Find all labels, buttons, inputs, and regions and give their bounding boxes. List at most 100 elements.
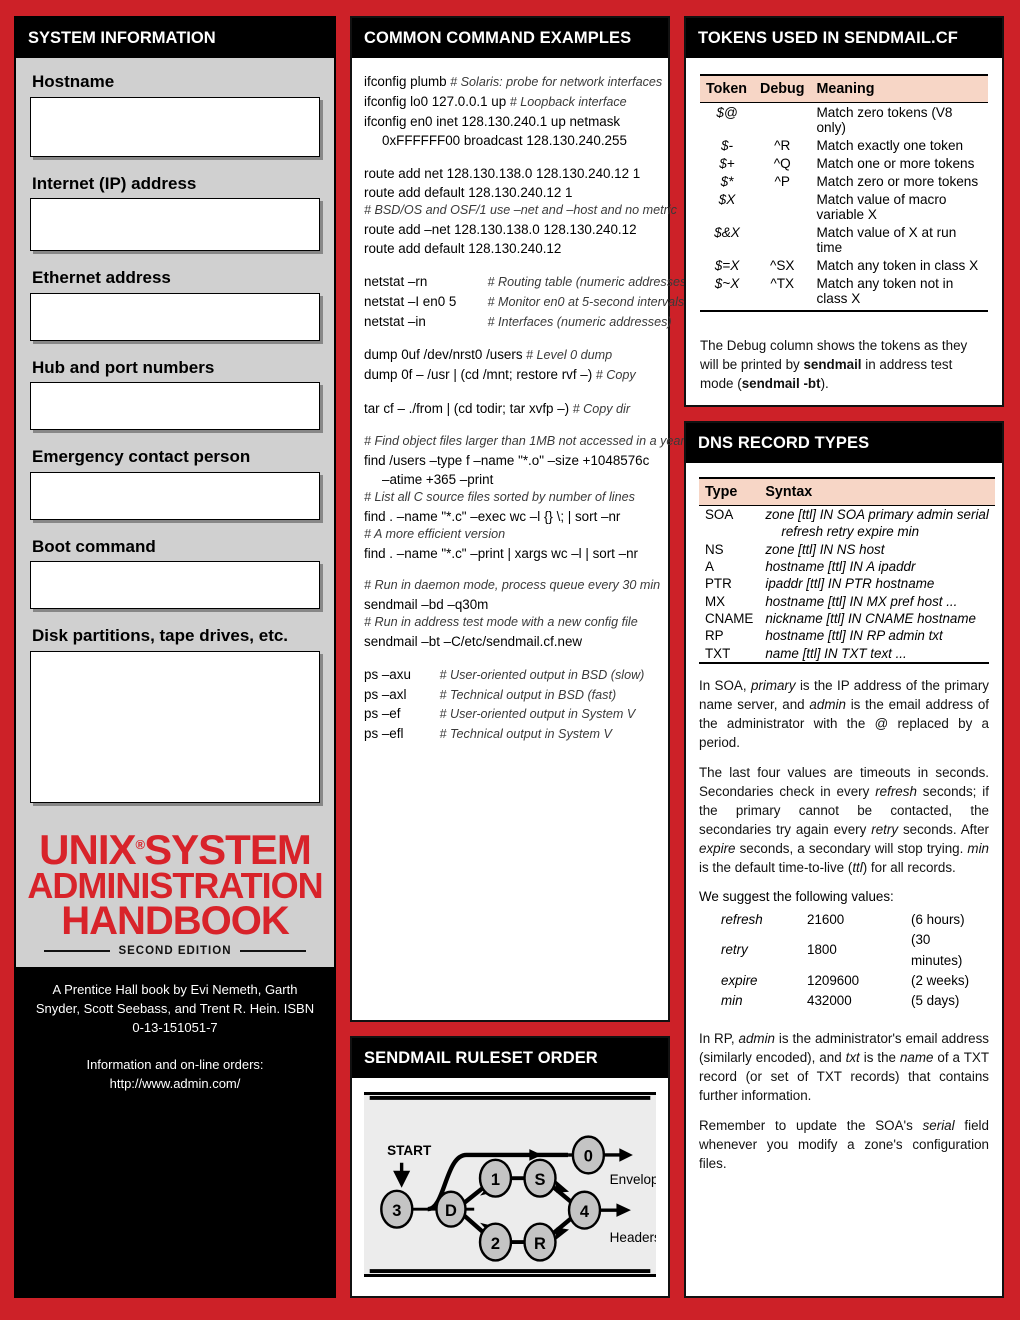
- table-row: $&X Match value of X at run time: [700, 223, 988, 256]
- ruleset-panel: SENDMAIL RULESET ORDER START 3 D 1 S 2 R…: [350, 1036, 670, 1298]
- node-D: D: [445, 1202, 457, 1220]
- command-text: route add net 128.130.138.0 128.130.240.…: [364, 165, 641, 181]
- logo-edition: SECOND EDITION: [118, 945, 232, 958]
- dns-suggested-values: refresh 21600 (6 hours) retry 1800 (30 minute…: [699, 908, 989, 1019]
- token-symbol: $=X: [714, 257, 740, 273]
- table-row: $+ ^Q Match one or more tokens: [700, 154, 988, 172]
- token-symbol: $@: [716, 104, 738, 120]
- command-text: ifconfig en0 inet 128.130.240.1 up netma…: [364, 113, 621, 129]
- value-name: min: [721, 992, 743, 1008]
- field-input-disk-partitions[interactable]: [30, 650, 320, 803]
- command-line: ps –axl # Technical output in BSD (fast): [364, 685, 657, 705]
- command-text: ps –efl: [364, 726, 404, 742]
- dns-syntax: zone [ttl] IN NS host: [765, 541, 885, 557]
- field-input-hostname[interactable]: [30, 96, 320, 157]
- value-name: expire: [721, 972, 758, 988]
- command-comment: # Interfaces (numeric addresses): [484, 314, 672, 329]
- field-label-hub-and-port: Hub and port numbers: [32, 357, 215, 377]
- value-name: refresh: [721, 912, 763, 928]
- command-line: sendmail –bt –C/etc/sendmail.cf.new: [364, 632, 657, 651]
- ruleset-start-label: START: [387, 1143, 432, 1158]
- table-row: TXT name [ttl] IN TXT text ...: [699, 645, 995, 662]
- command-text: netstat –in: [364, 313, 426, 329]
- command-comment: # Technical output in System V: [436, 727, 612, 742]
- tokens-table: Token Debug Meaning $@ Match zero tokens …: [700, 74, 988, 310]
- logo-line-3: HANDBOOK: [61, 898, 290, 943]
- token-debug: ^P: [774, 173, 790, 189]
- system-information-title: SYSTEM INFORMATION: [16, 18, 334, 58]
- field-label-ethernet-address: Ethernet address: [32, 268, 171, 288]
- dns-type: MX: [705, 593, 726, 609]
- command-text: netstat –rn: [364, 273, 428, 289]
- field-label-hostname: Hostname: [32, 72, 115, 91]
- ruleset-diagram-body: START 3 D 1 S 2 R 0 4 Envelo Headers: [352, 1078, 668, 1296]
- logo-line-2: ADMINISTRATION: [27, 865, 323, 907]
- command-line: ps –axu # User-oriented output in BSD (s…: [364, 665, 657, 685]
- command-comment: # Loopback interface: [506, 94, 627, 109]
- dns-suggest-intro: We suggest the following values:: [699, 889, 894, 905]
- token-debug: [754, 190, 810, 223]
- command-text: sendmail –bt –C/etc/sendmail.cf.new: [364, 633, 583, 649]
- table-row: CNAME nickname [ttl] IN CNAME hostname: [699, 610, 995, 627]
- suggested-value-row: expire 1209600 (2 weeks): [721, 971, 975, 991]
- command-line: tar cf – ./from | (cd todir; tar xvfp –)…: [364, 399, 657, 419]
- dns-type: NS: [705, 541, 724, 557]
- field-input-emergency-contact[interactable]: [30, 471, 320, 520]
- command-text: find . –name "*.c" –print | xargs wc –l …: [364, 545, 638, 561]
- system-information-fields: Hostname Internet (IP) address Ethernet …: [16, 58, 334, 827]
- token-meaning: Match value of macro variable X: [816, 191, 947, 222]
- command-group-spacer: [364, 563, 657, 577]
- token-meaning: Match one or more tokens: [816, 155, 975, 171]
- tokens-note: The Debug column shows the tokens as the…: [700, 337, 968, 391]
- value-human: (5 days): [911, 992, 960, 1008]
- command-line: ps –efl # Technical output in System V: [364, 724, 657, 744]
- command-comment: # BSD/OS and OSF/1 use –net and –host an…: [364, 202, 677, 217]
- token-meaning: Match any token not in class X: [816, 275, 954, 306]
- token-debug: [754, 103, 810, 137]
- value-seconds: 21600: [807, 912, 845, 928]
- credit-block: A Prentice Hall book by Evi Nemeth, Gart…: [16, 967, 334, 1296]
- field-input-hub-and-port[interactable]: [30, 382, 320, 431]
- command-line: route add default 128.130.240.12: [364, 239, 657, 258]
- field-input-ip-address[interactable]: [30, 198, 320, 252]
- table-row: $X Match value of macro variable X: [700, 190, 988, 223]
- command-text: sendmail –bd –q30m: [364, 596, 489, 612]
- command-comment: # Run in address test mode with a new co…: [364, 614, 638, 629]
- dns-table: Type Syntax SOA zone [ttl] IN SOA primary…: [699, 476, 995, 662]
- node-2: 2: [491, 1235, 500, 1253]
- command-line: find . –name "*.c" –exec wc –l {} \; | s…: [364, 507, 657, 526]
- dns-note-timeouts: The last four values are timeouts in sec…: [699, 765, 990, 876]
- tokens-col-token: Token: [700, 74, 754, 103]
- command-text: find /users –type f –name "*.o" –size +1…: [364, 452, 650, 468]
- command-text: route add –net 128.130.138.0 128.130.240…: [364, 221, 637, 237]
- token-debug: ^TX: [770, 275, 795, 291]
- command-line: ifconfig en0 inet 128.130.240.1 up netma…: [364, 112, 657, 131]
- command-group-spacer: [364, 258, 657, 272]
- dns-type: RP: [705, 628, 724, 644]
- command-line: find . –name "*.c" –print | xargs wc –l …: [364, 544, 657, 563]
- node-S: S: [535, 1171, 546, 1189]
- dns-syntax: hostname [ttl] IN MX pref host ...: [765, 593, 958, 609]
- field-input-boot-command[interactable]: [30, 561, 320, 610]
- common-commands-panel: COMMON COMMAND EXAMPLES ifconfig plumb #…: [350, 16, 691, 1022]
- ruleset-headers-label: Headers: [610, 1230, 656, 1245]
- value-seconds: 1800: [807, 942, 837, 958]
- command-comment: # Level 0 dump: [522, 348, 613, 363]
- command-text: dump 0uf /dev/nrst0 /users: [364, 347, 523, 363]
- value-human: (2 weeks): [911, 972, 970, 988]
- dns-notes: In SOA, primary is the IP address of the…: [699, 664, 989, 889]
- node-3: 3: [392, 1202, 401, 1220]
- token-symbol: $+: [719, 155, 735, 171]
- tokens-title: TOKENS USED IN SENDMAIL.CF: [686, 18, 1002, 58]
- table-row: $~X ^TX Match any token not in class X: [700, 274, 988, 310]
- command-line: route add –net 128.130.138.0 128.130.240…: [364, 220, 657, 239]
- dns-syntax: ipaddr [ttl] IN PTR hostname: [765, 576, 935, 592]
- value-human: (6 hours): [911, 912, 965, 928]
- field-input-ethernet-address[interactable]: [30, 292, 320, 341]
- command-line: netstat –I en0 5 # Monitor en0 at 5-seco…: [364, 292, 684, 312]
- command-line: ifconfig lo0 127.0.0.1 up # Loopback int…: [364, 92, 657, 112]
- token-symbol: $X: [718, 191, 736, 207]
- ruleset-title: SENDMAIL RULESET ORDER: [352, 1038, 668, 1078]
- field-label-disk-partitions: Disk partitions, tape drives, etc.: [32, 626, 289, 646]
- dns-type: SOA: [705, 506, 734, 522]
